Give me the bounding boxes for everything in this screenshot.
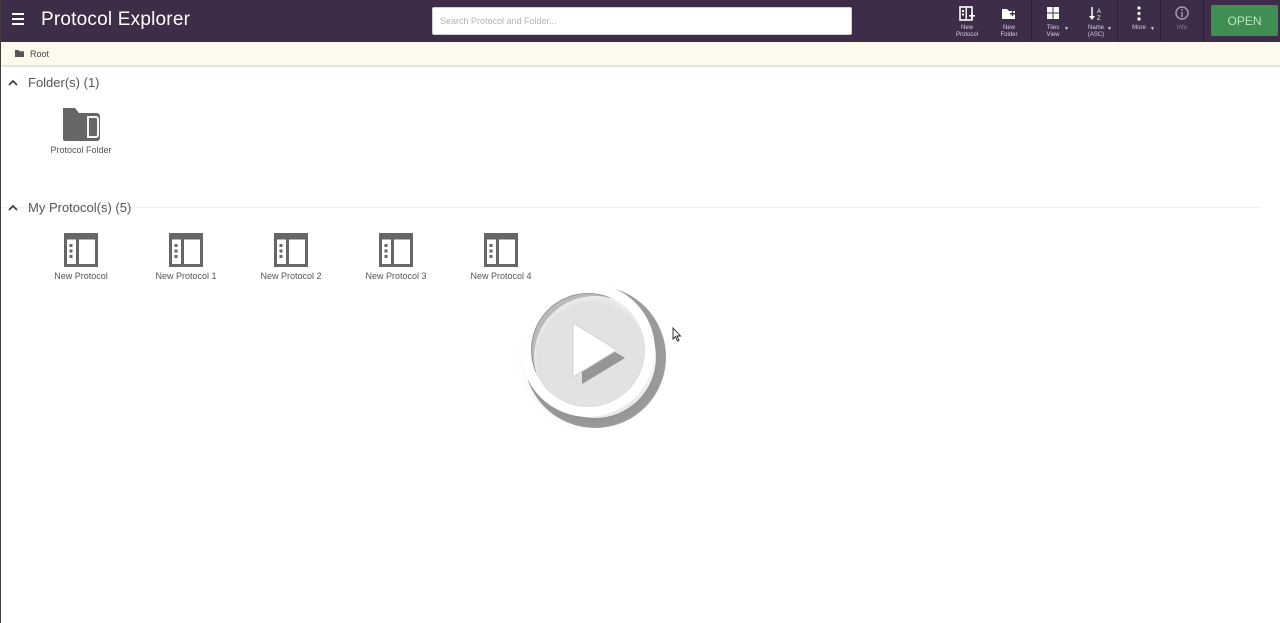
top-bar: Protocol Explorer New Protocol New Folde… bbox=[1, 0, 1280, 42]
more-vertical-icon bbox=[1137, 6, 1141, 21]
new-protocol-icon bbox=[959, 6, 975, 21]
svg-text:A: A bbox=[1097, 9, 1101, 15]
more-label: More bbox=[1132, 25, 1146, 31]
toolbar-divider bbox=[1203, 0, 1204, 42]
search-input[interactable] bbox=[432, 7, 852, 35]
new-folder-button[interactable]: New Folder bbox=[995, 5, 1023, 39]
more-button[interactable]: More ▼ bbox=[1125, 5, 1155, 39]
mouse-cursor-icon bbox=[672, 327, 682, 342]
more-caret-icon: ▼ bbox=[1150, 26, 1155, 32]
folders-section-title: Folder(s) (1) bbox=[28, 75, 100, 90]
protocol-tile-label: New Protocol 1 bbox=[155, 271, 217, 281]
svg-text:Z: Z bbox=[1097, 16, 1101, 22]
play-video-icon[interactable] bbox=[513, 279, 671, 437]
breadcrumb-root[interactable]: Root bbox=[30, 49, 49, 59]
chevron-up-icon bbox=[8, 79, 18, 86]
folders-section-header[interactable]: Folder(s) (1) bbox=[8, 75, 118, 93]
protocol-icon bbox=[64, 233, 98, 267]
protocols-section-title: My Protocol(s) (5) bbox=[28, 200, 132, 215]
protocol-icon bbox=[379, 233, 413, 267]
protocol-tile-label: New Protocol 3 bbox=[365, 271, 427, 281]
new-protocol-button[interactable]: New Protocol bbox=[953, 5, 981, 39]
info-icon bbox=[1175, 6, 1189, 20]
open-button[interactable]: OPEN bbox=[1211, 5, 1278, 36]
protocol-icon bbox=[274, 233, 308, 267]
sort-label-2: (ASC) bbox=[1087, 31, 1105, 38]
protocol-icon bbox=[484, 233, 518, 267]
chevron-up-icon bbox=[8, 204, 18, 211]
toolbar-divider bbox=[1117, 0, 1118, 42]
protocol-tile-label: New Protocol bbox=[54, 271, 108, 281]
folder-tile-label: Protocol Folder bbox=[50, 145, 112, 155]
protocol-tile[interactable]: New Protocol 3 bbox=[344, 233, 448, 281]
protocol-tile-label: New Protocol 2 bbox=[260, 271, 322, 281]
protocols-section-header[interactable]: My Protocol(s) (5) bbox=[8, 200, 148, 218]
tiles-view-icon bbox=[1047, 7, 1059, 19]
protocol-tile[interactable]: New Protocol 1 bbox=[134, 233, 238, 281]
sort-caret-icon: ▼ bbox=[1107, 26, 1112, 32]
protocol-tile[interactable]: New Protocol 2 bbox=[239, 233, 343, 281]
protocol-tile[interactable]: New Protocol 4 bbox=[449, 233, 553, 281]
info-label: Info bbox=[1176, 25, 1187, 31]
app-title: Protocol Explorer bbox=[41, 9, 191, 30]
view-caret-icon: ▼ bbox=[1064, 26, 1069, 32]
folder-icon bbox=[15, 50, 24, 57]
new-folder-icon bbox=[1002, 9, 1015, 19]
sort-az-icon: A Z bbox=[1089, 7, 1101, 22]
view-toggle-button[interactable]: Tiles View ▼ bbox=[1039, 5, 1069, 39]
new-protocol-label-2: Protocol bbox=[955, 31, 978, 38]
protocol-icon bbox=[169, 233, 203, 267]
section-divider bbox=[1, 207, 1261, 208]
new-folder-label-2: Folder bbox=[1000, 31, 1018, 38]
breadcrumb: Root bbox=[2, 42, 1280, 66]
hamburger-menu-icon[interactable] bbox=[12, 13, 26, 27]
toolbar-divider bbox=[1031, 0, 1032, 42]
folder-tile[interactable]: Protocol Folder bbox=[29, 107, 133, 155]
view-label-2: View bbox=[1046, 31, 1060, 38]
protocol-tile[interactable]: New Protocol bbox=[29, 233, 133, 281]
info-button[interactable]: Info bbox=[1168, 5, 1196, 39]
toolbar-divider bbox=[1160, 0, 1161, 42]
folder-icon bbox=[63, 108, 100, 141]
sort-button[interactable]: A Z Name (ASC) ▼ bbox=[1082, 5, 1112, 39]
